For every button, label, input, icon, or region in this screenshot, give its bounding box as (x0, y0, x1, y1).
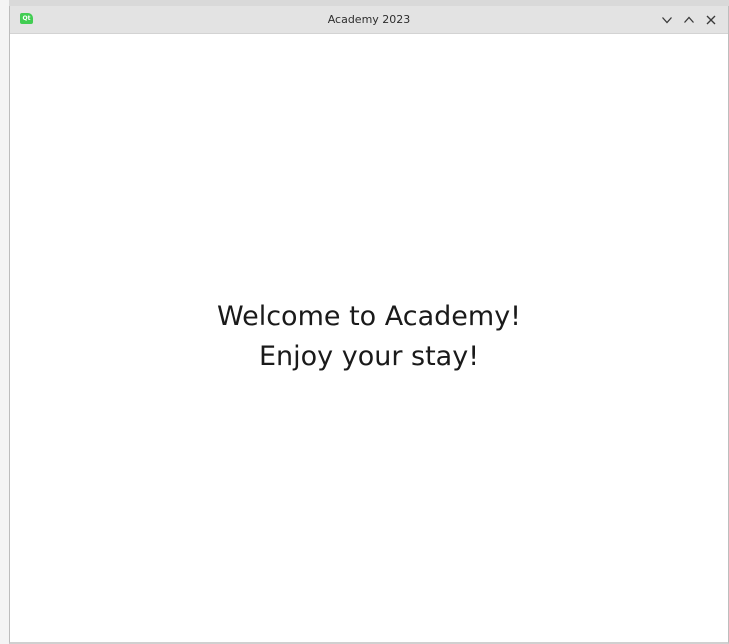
title-bar[interactable]: Qt Academy 2023 (10, 6, 728, 34)
chevron-up-icon (684, 16, 694, 23)
desktop-background (0, 0, 9, 644)
main-content: Welcome to Academy! Enjoy your stay! (10, 34, 728, 642)
app-window: Qt Academy 2023 Welcome to Academy! Enjo… (9, 6, 729, 644)
close-button[interactable] (700, 9, 722, 31)
window-title: Academy 2023 (327, 13, 411, 26)
window-controls (656, 6, 722, 33)
maximize-button[interactable] (678, 9, 700, 31)
welcome-line-2: Enjoy your stay! (258, 341, 480, 372)
welcome-message: Welcome to Academy! Enjoy your stay! (10, 297, 728, 377)
chevron-down-icon (662, 16, 672, 23)
welcome-line-1: Welcome to Academy! (216, 301, 521, 332)
close-icon (706, 15, 716, 24)
minimize-button[interactable] (656, 9, 678, 31)
